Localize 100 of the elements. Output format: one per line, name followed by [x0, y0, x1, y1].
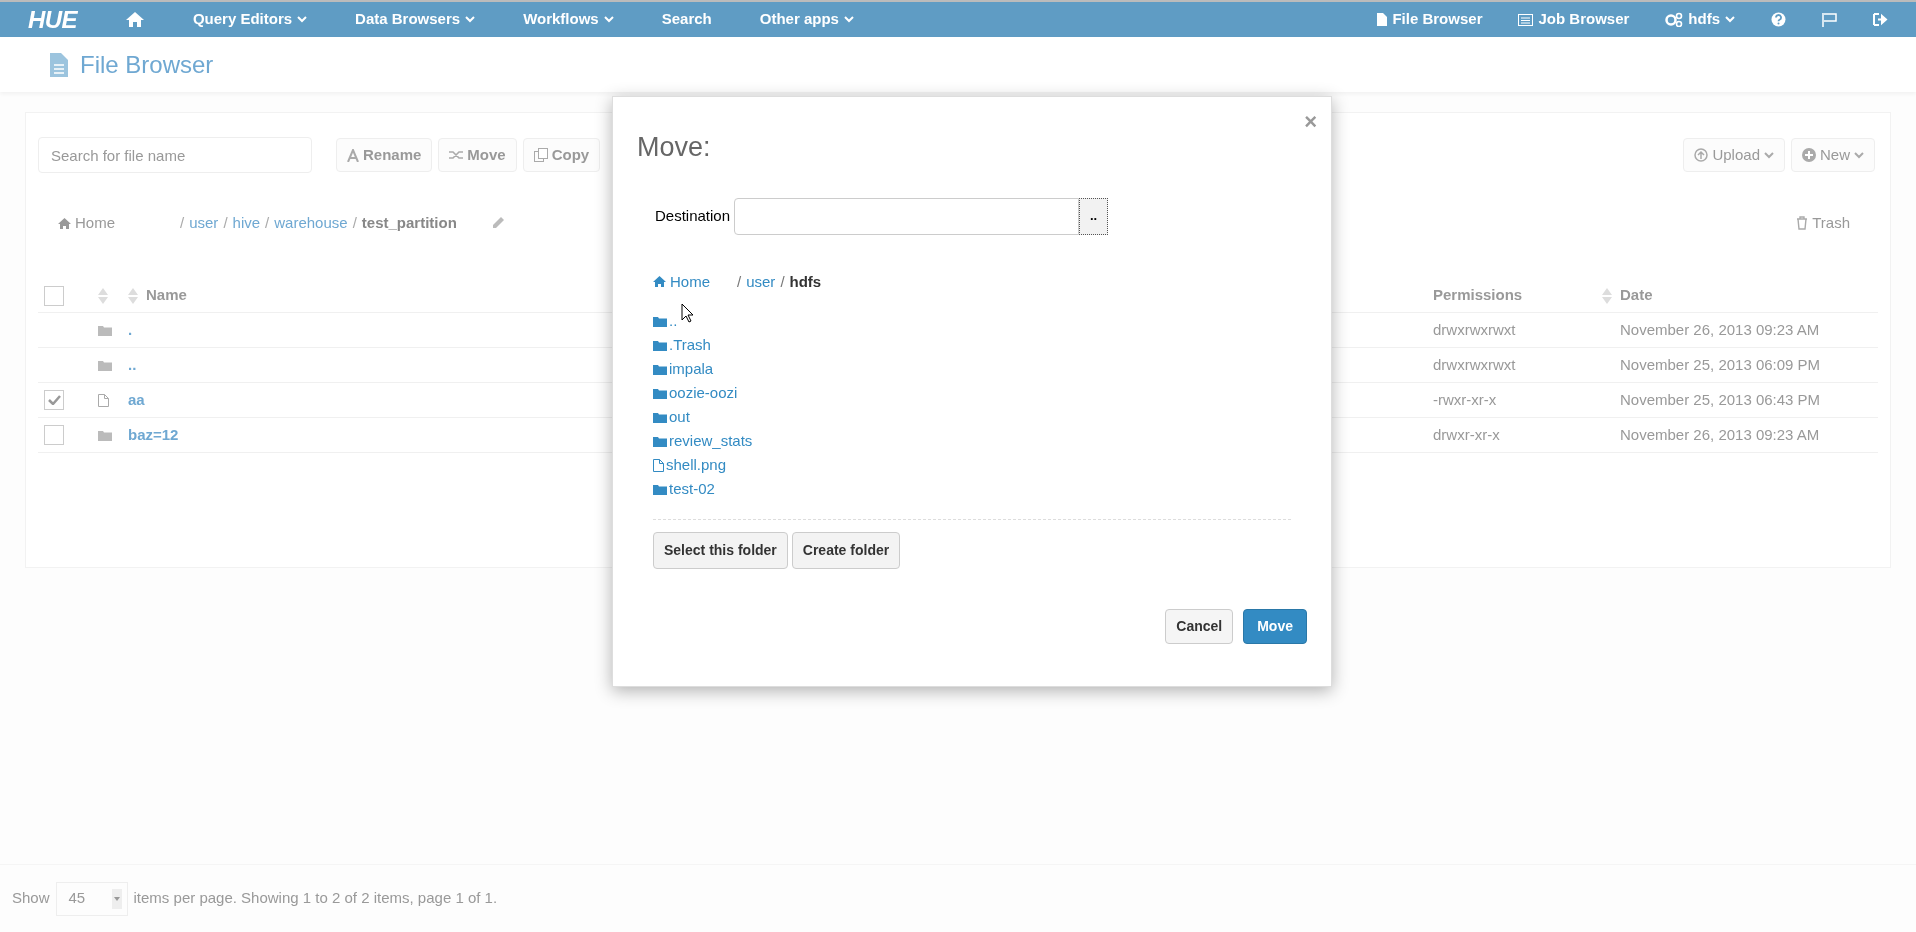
new-button[interactable]: New — [1791, 138, 1875, 172]
pencil-icon[interactable] — [490, 216, 505, 230]
rename-button[interactable]: Rename — [336, 138, 433, 172]
sort-icon[interactable] — [98, 287, 108, 304]
folder-link[interactable]: impala — [653, 357, 714, 381]
folder-icon — [653, 387, 667, 399]
file-link[interactable]: shell.png — [653, 453, 727, 477]
destination-field[interactable] — [734, 197, 1080, 235]
file-icon — [98, 393, 109, 407]
close-button[interactable]: × — [1304, 111, 1317, 133]
folder-icon — [653, 411, 667, 423]
upload-icon — [1694, 148, 1709, 162]
table-cell-text: November 25, 2013 06:09 PM — [1620, 354, 1821, 375]
trash-icon — [1796, 216, 1809, 230]
nav-menu-item[interactable]: Job Browser — [1518, 8, 1630, 31]
folder-icon — [98, 429, 112, 441]
file-name-link[interactable]: aa — [128, 388, 145, 412]
browse-button[interactable]: .. — [1079, 197, 1109, 235]
folder-icon — [98, 324, 112, 336]
folder-icon — [653, 435, 667, 447]
path-link[interactable]: user — [746, 270, 776, 293]
sort-icon[interactable] — [1602, 287, 1612, 304]
gears-icon — [1665, 12, 1684, 27]
hue-logo[interactable]: HUE — [28, 1, 77, 38]
search-field[interactable]: Search for file name — [38, 137, 312, 173]
file-name-link[interactable]: .. — [128, 353, 137, 377]
table-cell-text: drwxrwxrwxt — [1433, 319, 1516, 340]
trash-link[interactable]: Trash — [1812, 211, 1850, 235]
path-separator: / — [223, 212, 228, 233]
pagination-summary: items per page. Showing 1 to 2 of 2 items, page 1 of 1. — [133, 888, 498, 909]
document-icon — [50, 52, 68, 77]
chevron-down-icon — [1764, 151, 1774, 159]
copy-button[interactable]: Copy — [522, 138, 601, 172]
flag-icon[interactable] — [1822, 12, 1837, 27]
nav-menu-item[interactable]: Workflows — [523, 8, 614, 31]
folder-link[interactable]: test-02 — [653, 477, 715, 501]
folder-link[interactable]: oozie-oozi — [653, 381, 738, 405]
file-name-link[interactable]: baz=12 — [128, 423, 179, 447]
column-header[interactable]: Name — [146, 284, 187, 307]
folder-link[interactable]: review_stats — [653, 429, 753, 453]
checkmark-icon — [47, 395, 61, 405]
logout-icon[interactable] — [1873, 13, 1888, 26]
nav-menu-item[interactable]: hdfs — [1665, 8, 1735, 31]
table-cell-text: November 26, 2013 09:23 AM — [1620, 319, 1820, 340]
folder-link[interactable]: .Trash — [653, 333, 711, 357]
table-cell-text: drwxrwxrwxt — [1433, 354, 1516, 375]
home-link[interactable]: Home — [653, 270, 710, 293]
home-icon — [653, 276, 666, 288]
folder-icon — [653, 315, 667, 327]
shuffle-icon — [449, 149, 464, 161]
plus-circle-icon — [1802, 148, 1816, 162]
folder-action-button[interactable]: Select this folder — [653, 532, 788, 569]
path-link[interactable]: hive — [232, 211, 261, 235]
path-link[interactable]: warehouse — [274, 211, 348, 235]
path-separator: / — [265, 212, 270, 233]
move-button[interactable]: Move — [438, 138, 517, 172]
folder-icon — [653, 483, 667, 495]
nav-menu-item[interactable]: Data Browsers — [355, 8, 476, 31]
help-icon[interactable] — [1771, 12, 1786, 27]
table-cell-text: November 26, 2013 09:23 AM — [1620, 424, 1820, 445]
upload-button[interactable]: Upload — [1683, 138, 1785, 172]
folder-icon — [653, 363, 667, 375]
column-header[interactable]: Permissions — [1433, 284, 1620, 307]
checkbox[interactable] — [44, 285, 64, 306]
current-folder: hdfs — [789, 271, 822, 292]
page-size-select[interactable]: 45 — [55, 881, 128, 916]
sort-icon[interactable] — [128, 287, 138, 304]
letter-a-icon — [347, 148, 359, 162]
chevron-down-icon — [1854, 151, 1864, 159]
home-icon[interactable] — [124, 11, 145, 28]
cancel-button[interactable]: Cancel — [1165, 609, 1234, 644]
caret-icon — [111, 888, 122, 909]
path-separator: / — [352, 212, 357, 233]
nav-menu-item[interactable]: Query Editors — [192, 8, 308, 31]
home-link[interactable]: Home — [58, 211, 115, 235]
path-link[interactable]: user — [189, 211, 219, 235]
path-separator: / — [737, 271, 742, 292]
dialog-title: Move: — [637, 131, 712, 164]
table-cell-text: drwxr-xr-x — [1433, 424, 1500, 445]
document-icon — [1377, 13, 1388, 26]
table-cell-text: November 25, 2013 06:43 PM — [1620, 389, 1821, 410]
folder-icon — [98, 359, 112, 371]
nav-menu-item[interactable]: Search — [661, 8, 712, 31]
current-folder: test_partition — [361, 212, 457, 233]
folder-icon — [653, 339, 667, 351]
move-button[interactable]: Move — [1243, 609, 1307, 644]
file-name-link[interactable]: . — [128, 318, 133, 342]
copy-icon — [533, 148, 548, 162]
destination-label: Destination — [655, 205, 731, 226]
nav-menu-item[interactable]: Other apps — [759, 8, 854, 31]
folder-link[interactable]: .. — [653, 309, 678, 333]
folder-action-button[interactable]: Create folder — [791, 532, 901, 569]
column-header[interactable]: Date — [1620, 284, 1653, 307]
checkbox[interactable] — [44, 425, 64, 445]
path-separator: / — [780, 271, 785, 292]
list-icon — [1518, 13, 1534, 26]
mouse-pointer-icon — [681, 303, 694, 323]
checkbox[interactable] — [44, 390, 64, 410]
nav-menu-item[interactable]: File Browser — [1377, 8, 1483, 31]
folder-link[interactable]: out — [653, 405, 690, 429]
